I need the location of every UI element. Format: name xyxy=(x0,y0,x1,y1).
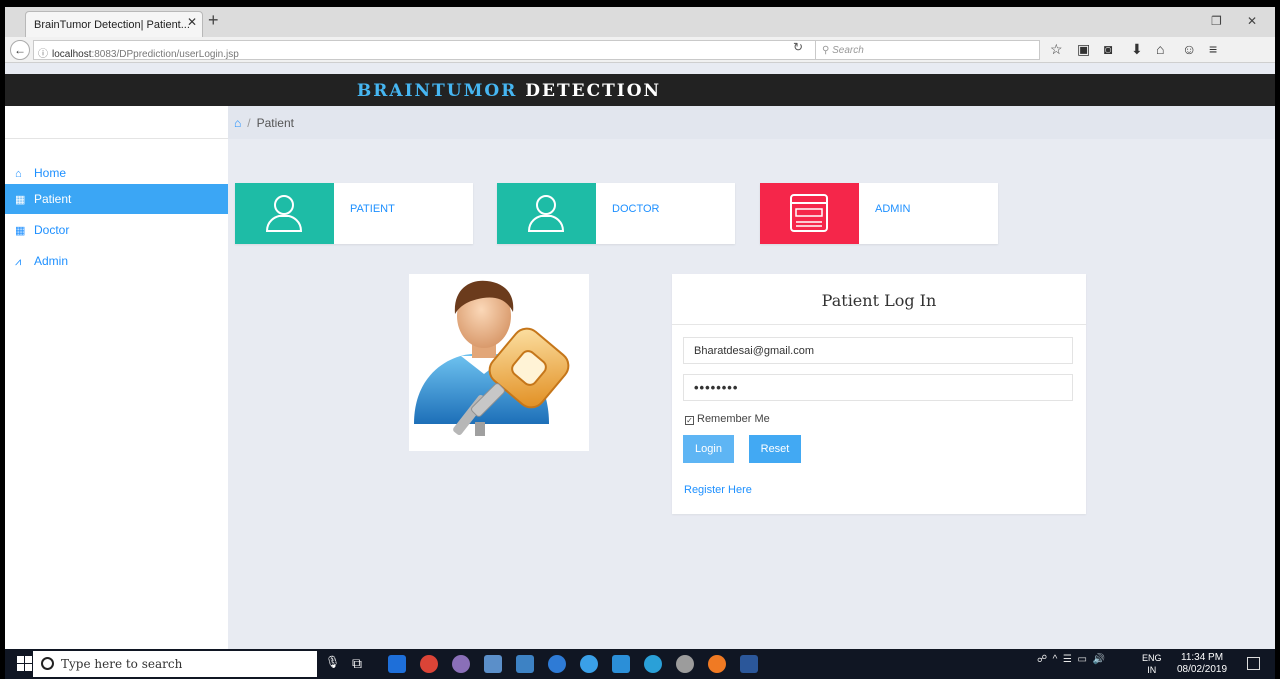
doctor-card[interactable]: DOCTOR xyxy=(497,183,735,244)
menu-icon[interactable]: ≡ xyxy=(1209,41,1217,57)
reading-list-icon[interactable]: ▣ xyxy=(1077,41,1090,58)
system-tray-icons[interactable]: ☍ ^ ☰ ▭ 🔊 xyxy=(1037,654,1105,665)
password-field[interactable] xyxy=(683,374,1073,401)
taskbar: Type here to search 🎙 ⧉ ☍ ^ ☰ ▭ 🔊 ENG IN… xyxy=(5,649,1275,679)
card-label: ADMIN xyxy=(875,203,911,215)
language-indicator[interactable]: ENG IN xyxy=(1142,652,1162,676)
clock[interactable]: 11:34 PM 08/02/2019 xyxy=(1177,652,1227,676)
brand-part-1: BRAINTUMOR xyxy=(356,81,518,101)
lang-region: IN xyxy=(1147,665,1157,675)
url-path: :8083/DPprediction/userLogin.jsp xyxy=(91,49,239,60)
app-icon[interactable] xyxy=(580,655,598,673)
taskbar-search-placeholder: Type here to search xyxy=(61,657,183,671)
chart-icon: ⩘ xyxy=(15,256,22,268)
firefox-icon[interactable] xyxy=(708,655,726,673)
sidebar-item-admin[interactable]: ⩘ Admin xyxy=(5,246,228,276)
bookmark-star-icon[interactable]: ☆ xyxy=(1050,41,1063,58)
search-placeholder: Search xyxy=(832,45,864,56)
sidebar-item-patient[interactable]: ▦ Patient xyxy=(5,184,228,214)
extension-icon[interactable]: ☺ xyxy=(1182,41,1196,57)
register-link[interactable]: Register Here xyxy=(684,484,752,496)
reset-button[interactable]: Reset xyxy=(749,435,801,463)
sidebar-item-label: Admin xyxy=(34,254,69,268)
calendar-icon: ▦ xyxy=(15,194,26,206)
close-window-icon[interactable]: ✕ xyxy=(1247,14,1257,28)
breadcrumb-separator: / xyxy=(247,116,251,130)
checkbox-icon[interactable]: ✓ xyxy=(685,416,694,425)
card-label: PATIENT xyxy=(350,203,395,215)
url-host: localhost xyxy=(52,49,92,60)
search-icon: ⚲ xyxy=(822,45,833,56)
tab-title: BrainTumor Detection| Patient... xyxy=(34,19,190,31)
browser-navbar: ← ⓘ localhost:8083/DPprediction/userLogin… xyxy=(5,37,1275,63)
browser-window: BrainTumor Detection| Patient... ✕ + ❐ ✕… xyxy=(5,7,1275,679)
patient-card[interactable]: PATIENT xyxy=(235,183,473,244)
login-panel: Patient Log In ✓Remember Me Login Reset … xyxy=(672,274,1086,514)
paint-icon[interactable] xyxy=(452,655,470,673)
clock-time: 11:34 PM xyxy=(1181,652,1224,663)
new-tab-icon[interactable]: + xyxy=(208,10,219,31)
user-icon xyxy=(235,183,334,244)
brand-title: BRAINTUMOR DETECTION xyxy=(5,81,1144,101)
sidebar-item-label: Patient xyxy=(34,192,72,206)
lang-code: ENG xyxy=(1142,653,1162,663)
user-icon xyxy=(497,183,596,244)
remember-label: Remember Me xyxy=(697,413,770,425)
home-icon: ⌂ xyxy=(15,168,22,180)
task-view-icon[interactable]: ⧉ xyxy=(352,655,370,673)
pocket-icon[interactable]: ◙ xyxy=(1104,41,1112,57)
download-icon[interactable]: ⬇ xyxy=(1131,41,1143,58)
sidebar-top xyxy=(5,106,228,139)
user-key-illustration xyxy=(409,274,589,451)
breadcrumb: ⌂ / Patient xyxy=(228,106,1275,139)
word-icon[interactable] xyxy=(740,655,758,673)
login-button[interactable]: Login xyxy=(683,435,734,463)
admin-card[interactable]: ADMIN xyxy=(760,183,998,244)
app-header: BRAINTUMOR DETECTION xyxy=(5,74,1275,106)
settings-icon[interactable] xyxy=(676,655,694,673)
email-field[interactable] xyxy=(683,337,1073,364)
sidebar-item-doctor[interactable]: ▦ Doctor xyxy=(5,215,228,245)
search-field[interactable]: ⚲ Search xyxy=(815,40,1040,60)
card-label: DOCTOR xyxy=(612,203,660,215)
back-button[interactable]: ← xyxy=(10,40,30,60)
microphone-icon[interactable]: 🎙 xyxy=(325,655,343,673)
file-explorer-icon[interactable] xyxy=(388,655,406,673)
media-icon[interactable] xyxy=(548,655,566,673)
sidebar-item-label: Doctor xyxy=(34,223,70,237)
windows-start-icon[interactable] xyxy=(17,656,33,672)
login-title: Patient Log In xyxy=(672,274,1086,325)
notification-icon[interactable] xyxy=(1247,657,1260,670)
tab-strip: BrainTumor Detection| Patient... ✕ + ❐ ✕ xyxy=(5,7,1275,37)
restore-window-icon[interactable]: ❐ xyxy=(1211,14,1222,28)
home-icon[interactable]: ⌂ xyxy=(1156,41,1164,57)
cortana-icon xyxy=(41,657,54,670)
reload-icon[interactable]: ↻ xyxy=(793,40,803,54)
window-icon xyxy=(760,183,859,244)
brand-part-2: DETECTION xyxy=(525,81,662,101)
lightning-icon[interactable] xyxy=(612,655,630,673)
info-icon[interactable]: ⓘ xyxy=(38,49,48,60)
taskbar-search[interactable]: Type here to search xyxy=(33,651,317,677)
home-icon[interactable]: ⌂ xyxy=(234,116,241,130)
sidebar-item-label: Home xyxy=(34,166,67,180)
clock-date: 08/02/2019 xyxy=(1177,664,1228,675)
calendar-icon: ▦ xyxy=(15,225,26,237)
browser-tab[interactable]: BrainTumor Detection| Patient... xyxy=(25,11,203,37)
breadcrumb-current: Patient xyxy=(256,116,294,130)
address-bar[interactable]: ⓘ localhost:8083/DPprediction/userLogin.j… xyxy=(33,40,879,60)
skype-icon[interactable] xyxy=(644,655,662,673)
close-tab-icon[interactable]: ✕ xyxy=(187,15,197,29)
chrome-icon[interactable] xyxy=(420,655,438,673)
app-icon[interactable] xyxy=(484,655,502,673)
remember-me-checkbox[interactable]: ✓ Remember Me xyxy=(685,413,770,425)
app-icon[interactable] xyxy=(516,655,534,673)
